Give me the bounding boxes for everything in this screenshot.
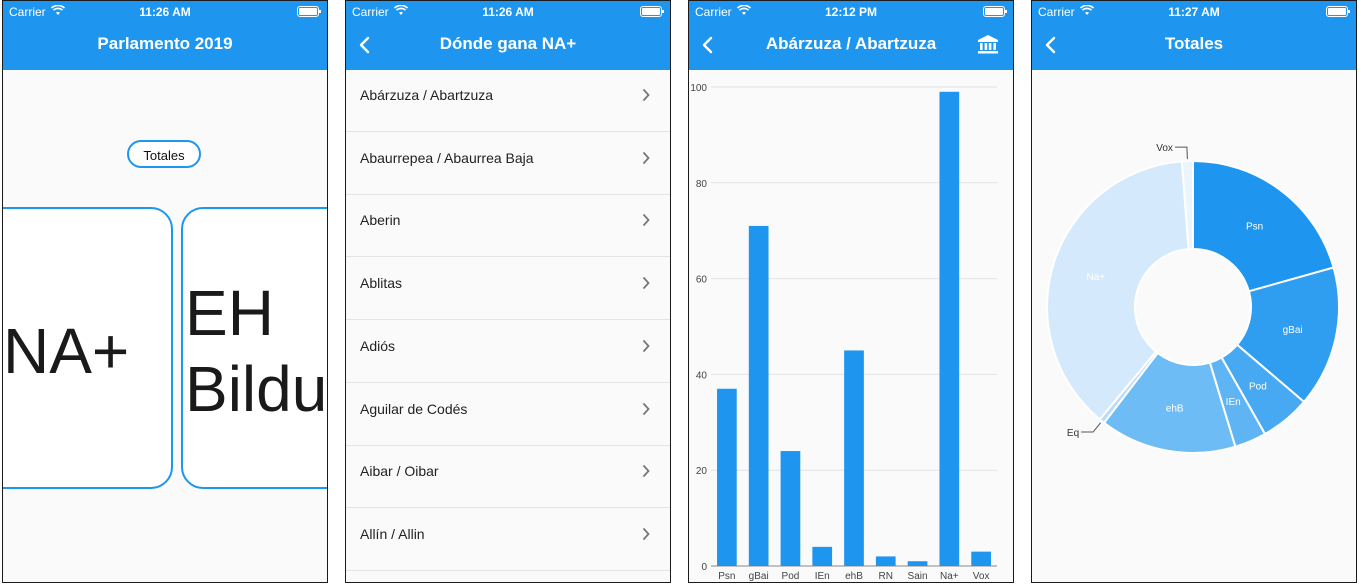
status-time: 11:26 AM bbox=[482, 5, 534, 19]
party-card-na[interactable]: NA+ bbox=[3, 207, 173, 489]
status-time: 11:27 AM bbox=[1168, 5, 1220, 19]
app-bar: Carrier 11:27 AM Totales bbox=[1032, 1, 1356, 70]
screen-municipio-chart: Carrier 12:12 PM Abárzuza / Abartzuza 0 2… bbox=[688, 0, 1014, 583]
battery-icon bbox=[1326, 6, 1350, 17]
app-bar: Carrier 11:26 AM Parlamento 2019 bbox=[3, 1, 327, 70]
bar bbox=[907, 561, 928, 566]
battery-icon bbox=[983, 6, 1007, 17]
status-bar: Carrier 11:26 AM bbox=[346, 1, 670, 23]
list-item[interactable]: Allín / Allin bbox=[346, 509, 670, 571]
leader-line bbox=[1081, 422, 1102, 433]
screen-parlamento: Carrier 11:26 AM Parlamento 2019 Totales… bbox=[2, 0, 328, 583]
status-time: 11:26 AM bbox=[139, 5, 191, 19]
slice-label: Psn bbox=[1246, 222, 1263, 233]
party-card-ehbildu[interactable]: EH Bildu bbox=[181, 207, 328, 489]
slice-label: IEn bbox=[1226, 397, 1241, 408]
chevron-right-icon bbox=[642, 214, 650, 227]
chevron-right-icon bbox=[642, 276, 650, 290]
page-title: Parlamento 2019 bbox=[97, 34, 233, 53]
slice-label: Na+ bbox=[1087, 272, 1106, 283]
bar-chart: 0 20 40 60 80 100 Psn gBai Pod IEn ehB RN Sain Na+ Vox bbox=[690, 83, 997, 582]
x-tick-label: RN bbox=[879, 571, 893, 582]
y-tick-label: 0 bbox=[701, 562, 707, 573]
list-item-label: Aibar / Oibar bbox=[360, 463, 439, 480]
x-tick-label: Pod bbox=[782, 571, 800, 582]
bar bbox=[971, 551, 991, 566]
list-item[interactable]: Aberin bbox=[346, 195, 670, 258]
bar bbox=[748, 225, 769, 566]
bar bbox=[780, 451, 801, 566]
app-bar: Carrier 11:26 AM Dónde gana NA+ bbox=[346, 1, 670, 70]
bar bbox=[939, 91, 960, 566]
app-bar: Carrier 12:12 PM Abárzuza / Abartzuza bbox=[689, 1, 1013, 70]
screen-donde-gana: Carrier 11:26 AM Dónde gana NA+ Abárzuza… bbox=[345, 0, 671, 583]
card-label-line1: EH bbox=[185, 277, 274, 349]
card-label-line2: Bildu bbox=[185, 353, 328, 425]
y-tick-label: 60 bbox=[696, 275, 708, 286]
list-item-label: Adiós bbox=[360, 337, 396, 354]
x-tick-label: Na+ bbox=[940, 571, 959, 582]
status-time: 12:12 PM bbox=[824, 5, 878, 19]
bar bbox=[812, 546, 833, 566]
bank-icon[interactable] bbox=[977, 33, 999, 55]
x-tick-label: IEn bbox=[815, 571, 830, 582]
battery-icon bbox=[640, 6, 664, 17]
y-tick-label: 40 bbox=[696, 370, 708, 381]
bar bbox=[875, 556, 896, 566]
list-item[interactable]: Adiós bbox=[346, 321, 670, 383]
x-tick-label: gBai bbox=[749, 571, 769, 582]
chevron-right-icon bbox=[642, 465, 650, 478]
status-bar: Carrier 12:12 PM bbox=[689, 1, 1013, 23]
y-tick-label: 80 bbox=[696, 179, 708, 190]
list-item[interactable]: Aibar / Oibar bbox=[346, 446, 670, 509]
status-bar: Carrier 11:26 AM bbox=[3, 1, 327, 23]
slice-label: ehB bbox=[1166, 403, 1184, 414]
chevron-right-icon bbox=[642, 151, 650, 164]
x-tick-label: Vox bbox=[973, 571, 990, 582]
list-item[interactable]: Ablitas bbox=[346, 258, 670, 321]
list-item-label: Aberin bbox=[360, 212, 401, 229]
list-item-label: Abaurrepea / Abaurrea Baja bbox=[360, 149, 534, 166]
chevron-right-icon bbox=[642, 402, 650, 415]
page-title: Dónde gana NA+ bbox=[439, 34, 577, 53]
battery-icon bbox=[297, 6, 321, 17]
status-bar: Carrier 11:27 AM bbox=[1032, 1, 1356, 23]
list-item[interactable]: Aguilar de Codés bbox=[346, 384, 670, 446]
chevron-right-icon bbox=[642, 339, 650, 352]
list-item[interactable]: Abaurrepea / Abaurrea Baja bbox=[346, 133, 670, 195]
bar bbox=[717, 388, 737, 566]
x-tick-label: ehB bbox=[845, 571, 863, 582]
leader-line bbox=[1174, 146, 1188, 160]
screen-totales: Carrier 11:27 AM Totales Psn gBai Pod IEn eh… bbox=[1031, 0, 1357, 583]
list-item[interactable]: Abárzuza / Abartzuza bbox=[346, 70, 670, 132]
totales-button[interactable]: Totales bbox=[127, 140, 201, 168]
x-tick-label: Psn bbox=[718, 571, 735, 582]
y-tick-label: 20 bbox=[696, 466, 708, 477]
donut-chart: Psn gBai Pod IEn ehB Eq Na+ Vox bbox=[1046, 143, 1340, 454]
chevron-right-icon bbox=[642, 527, 650, 540]
pie-slice bbox=[1192, 159, 1335, 293]
y-tick-label: 100 bbox=[690, 83, 707, 94]
list-item-label: Allín / Allin bbox=[360, 525, 425, 542]
list-item-label: Ablitas bbox=[360, 275, 403, 292]
page-title: Abárzuza / Abartzuza bbox=[765, 34, 937, 53]
slice-label: Vox bbox=[1156, 143, 1173, 154]
slice-label: Pod bbox=[1249, 382, 1267, 393]
page-title: Totales bbox=[1164, 34, 1224, 53]
slice-label: gBai bbox=[1283, 325, 1303, 336]
bar bbox=[844, 350, 864, 566]
list-item-label: Aguilar de Codés bbox=[360, 400, 468, 417]
slice-label: Eq bbox=[1067, 428, 1079, 439]
chevron-right-icon bbox=[642, 88, 650, 102]
list-item-label: Abárzuza / Abartzuza bbox=[360, 87, 494, 103]
card-label: NA+ bbox=[3, 315, 130, 387]
x-tick-label: Sain bbox=[908, 571, 928, 582]
